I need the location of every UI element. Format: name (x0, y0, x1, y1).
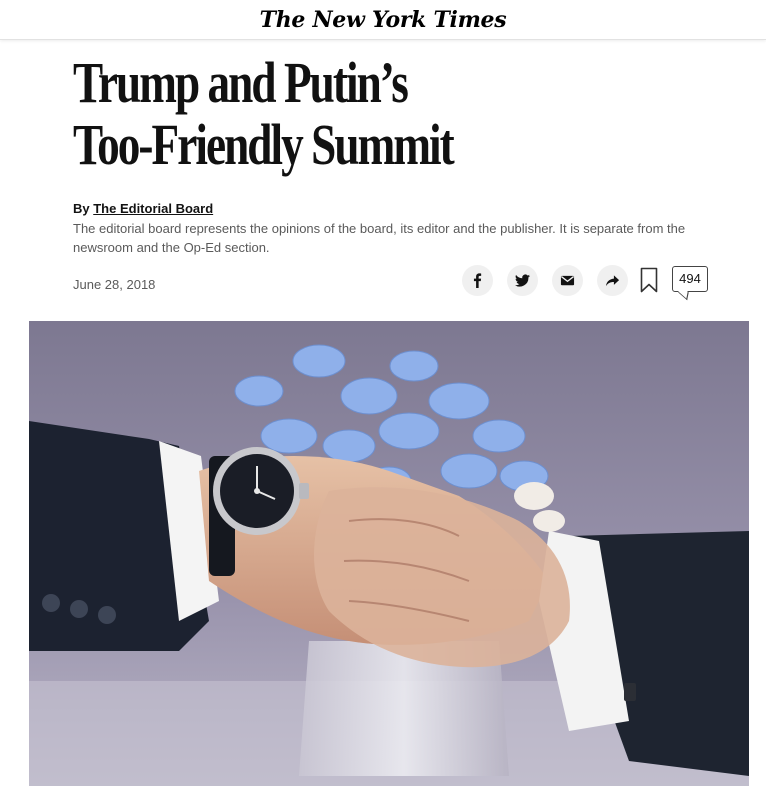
editorial-disclaimer: The editorial board represents the opini… (73, 221, 686, 255)
headline-line-2: Too-Friendly Summit (73, 112, 455, 177)
more-share-button[interactable] (597, 264, 628, 296)
masthead: The New York Times (0, 0, 766, 40)
facebook-icon (473, 272, 482, 288)
handshake-illustration (29, 321, 749, 786)
twitter-icon (515, 273, 530, 287)
publish-date: June 28, 2018 (73, 277, 156, 292)
lead-image-handshake (29, 321, 749, 786)
email-icon (560, 275, 575, 285)
bookmark-icon[interactable] (640, 267, 658, 293)
headline-line-1: Trump and Putin’s (73, 50, 409, 115)
twitter-share-button[interactable] (507, 264, 538, 296)
byline: By The Editorial Board (73, 201, 213, 216)
share-toolbar: 494 (462, 264, 708, 296)
byline-author-link[interactable]: The Editorial Board (93, 201, 213, 216)
comments-button[interactable]: 494 (672, 265, 708, 292)
article-headline: Trump and Putin’s Too-Friendly Summit (73, 52, 557, 176)
share-arrow-icon (605, 274, 620, 286)
comment-count: 494 (679, 271, 701, 286)
nyt-logo[interactable]: The New York Times (260, 7, 507, 33)
facebook-share-button[interactable] (462, 264, 493, 296)
email-share-button[interactable] (552, 264, 583, 296)
byline-prefix: By (73, 201, 94, 216)
